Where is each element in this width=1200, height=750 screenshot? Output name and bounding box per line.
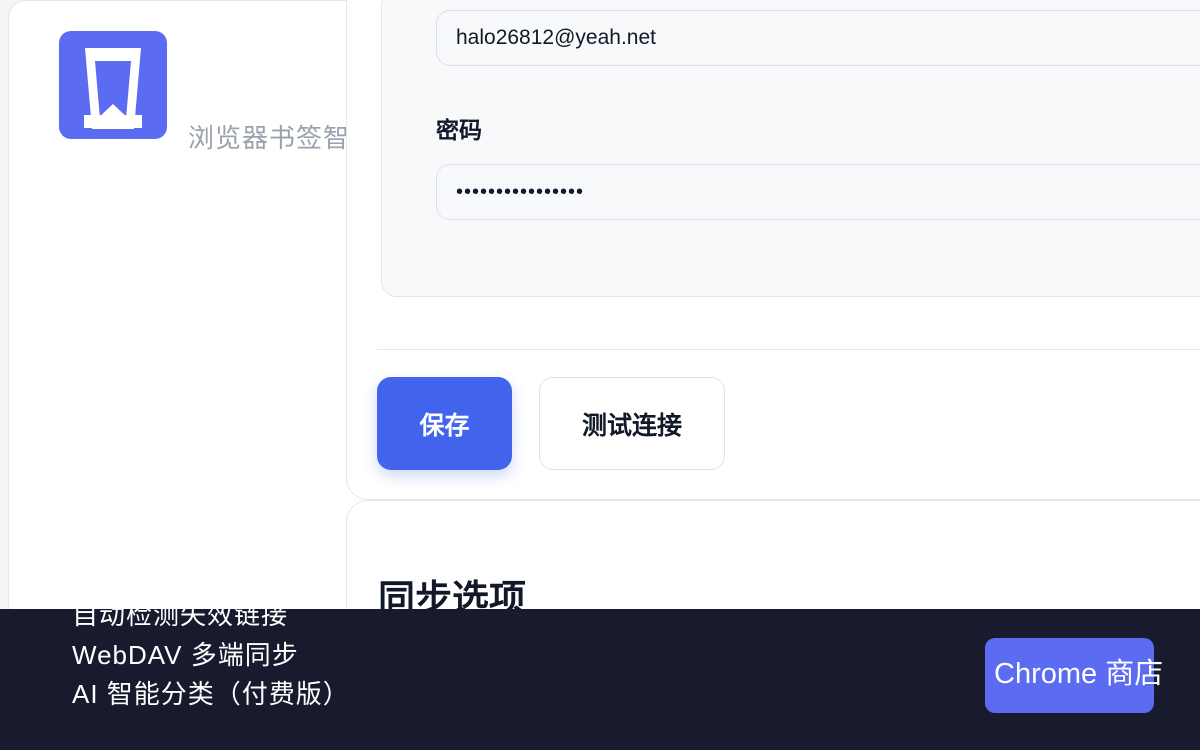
save-button[interactable]: 保存 xyxy=(377,377,512,470)
password-field[interactable]: •••••••••••••••• xyxy=(436,164,1200,220)
chrome-store-button[interactable]: Chrome 商店 xyxy=(985,638,1163,713)
email-value: halo26812@yeah.net xyxy=(456,26,656,49)
password-label: 密码 xyxy=(436,117,482,143)
feature-item: 自动检测失效链接 xyxy=(72,600,289,630)
test-connection-button[interactable]: 测试连接 xyxy=(539,377,725,470)
password-value: •••••••••••••••• xyxy=(456,180,585,203)
email-field[interactable]: halo26812@yeah.net xyxy=(436,10,1200,66)
divider xyxy=(377,349,1200,350)
bookmark-bin-icon xyxy=(84,48,142,129)
app-logo xyxy=(59,31,167,139)
feature-item: WebDAV 多端同步 xyxy=(72,640,299,670)
feature-item: AI 智能分类（付费版） xyxy=(72,679,350,709)
